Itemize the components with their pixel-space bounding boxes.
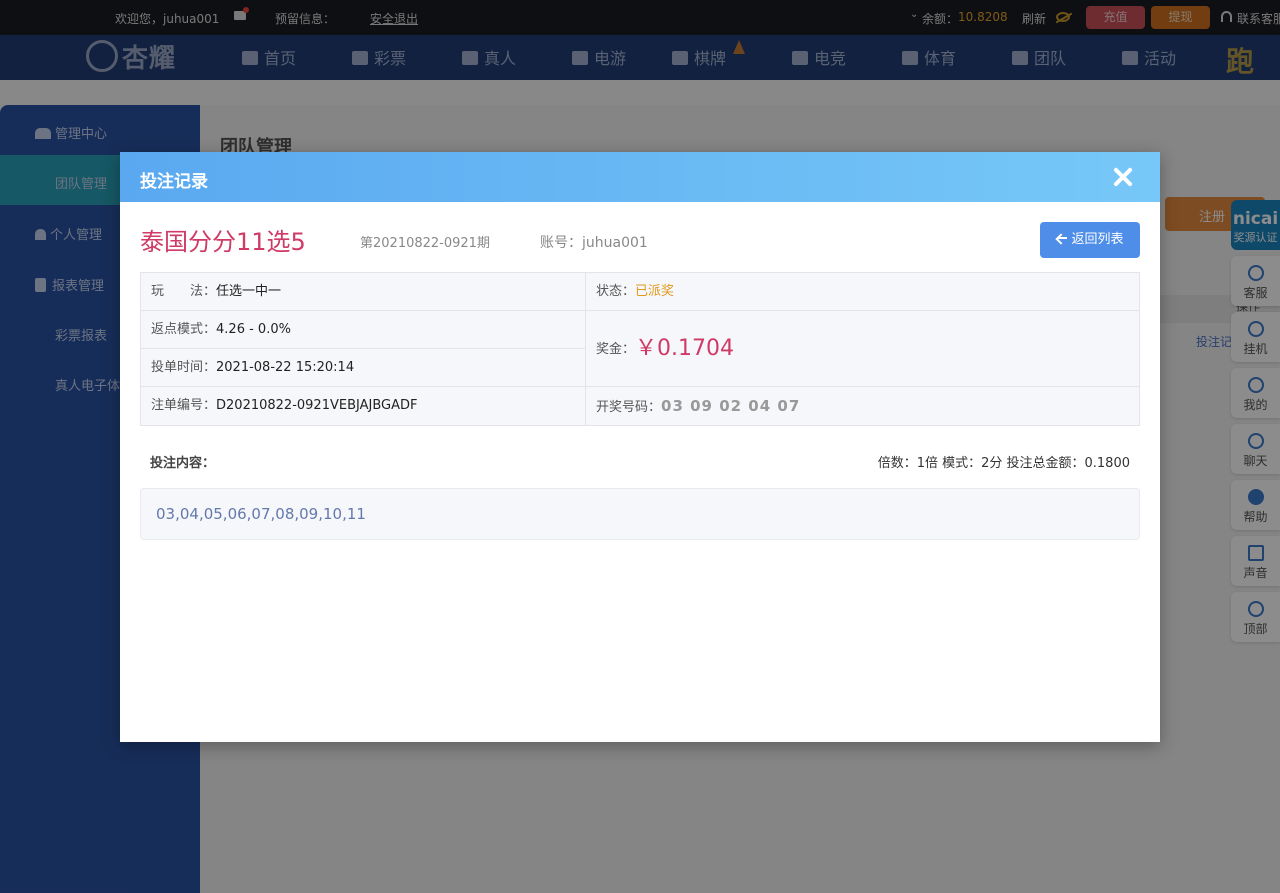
play-label: 玩 法： [151, 284, 217, 299]
order-no-value: D20210822-0921VEBJAJBGADF [216, 398, 418, 413]
period-number: 第20210822-0921期 [360, 236, 490, 251]
rebate-cell: 返点模式：4.26 - 0.0% [140, 310, 586, 349]
bet-time-label: 投单时间： [151, 360, 217, 375]
bet-time-cell: 投单时间：2021-08-22 15:20:14 [140, 348, 586, 387]
bet-content-label: 投注内容： [150, 456, 216, 471]
order-no-cell: 注单编号：D20210822-0921VEBJAJBGADF [140, 386, 586, 426]
status-cell: 状态：已派奖 [585, 272, 1140, 311]
status-badge: 已派奖 [635, 284, 675, 299]
arrow-left-icon [1056, 232, 1068, 244]
play-value: 任选一中一 [216, 284, 282, 299]
status-label: 状态： [596, 284, 636, 299]
prize-value: ￥0.1704 [635, 336, 734, 361]
prize-cell: 奖金：￥0.1704 [585, 310, 1140, 387]
draw-label: 开奖号码： [596, 400, 662, 415]
lottery-name: 泰国分分11选5 [140, 228, 306, 256]
rebate-value: 4.26 - 0.0% [216, 322, 291, 337]
bet-numbers-box: 03,04,05,06,07,08,09,10,11 [140, 488, 1140, 540]
bet-summary: 倍数：1倍 模式：2分 投注总金额：0.1800 [877, 456, 1130, 471]
close-icon[interactable] [1112, 166, 1134, 188]
modal-title: 投注记录 [140, 172, 208, 192]
draw-cell: 开奖号码：03 09 02 04 07 [585, 386, 1140, 426]
rebate-label: 返点模式： [151, 322, 217, 337]
account-text: 账号：juhua001 [540, 235, 648, 251]
bet-numbers: 03,04,05,06,07,08,09,10,11 [156, 505, 366, 523]
bet-record-modal: 投注记录 泰国分分11选5 第20210822-0921期 账号：juhua00… [120, 152, 1160, 742]
back-button-label: 返回列表 [1071, 232, 1124, 247]
draw-numbers: 03 09 02 04 07 [661, 397, 801, 415]
order-no-label: 注单编号： [151, 398, 217, 413]
play-cell: 玩 法：任选一中一 [140, 272, 586, 311]
bet-time-value: 2021-08-22 15:20:14 [216, 360, 355, 375]
prize-label: 奖金： [596, 342, 636, 357]
back-to-list-button[interactable]: 返回列表 [1040, 222, 1140, 258]
modal-header: 投注记录 [120, 152, 1160, 202]
